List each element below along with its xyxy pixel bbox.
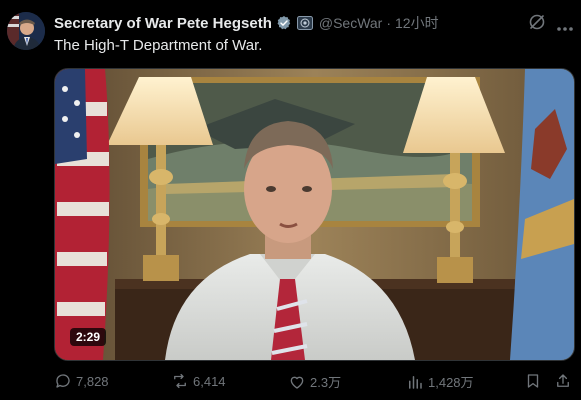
- bookmark-button[interactable]: [524, 372, 546, 390]
- like-icon: [290, 376, 304, 389]
- reply-icon: [56, 374, 70, 388]
- repost-count: 6,414: [193, 373, 226, 389]
- like-count: 2.3万: [310, 375, 342, 390]
- reply-button[interactable]: 7,828: [54, 372, 109, 390]
- author-name[interactable]: Secretary of War Pete Hegseth: [54, 15, 272, 32]
- grok-icon[interactable]: [528, 13, 546, 31]
- avatar[interactable]: [7, 12, 45, 50]
- separator: ·: [386, 15, 392, 31]
- repost-icon: [174, 373, 186, 389]
- views-count: 1,428万: [428, 375, 474, 390]
- reply-count: 7,828: [76, 373, 109, 389]
- share-button[interactable]: [554, 372, 576, 390]
- tweet-text: The High-T Department of War.: [54, 37, 263, 54]
- repost-button[interactable]: 6,414: [171, 372, 226, 390]
- action-bar: 7,828 6,414 2.3万 1,428万: [54, 372, 574, 392]
- author-handle[interactable]: @SecWar: [319, 15, 382, 31]
- video-player[interactable]: 2:29: [54, 68, 575, 361]
- tweet-header: Secretary of War Pete Hegseth @SecWar · …: [54, 13, 439, 33]
- verified-badge-icon[interactable]: [276, 15, 292, 31]
- video-duration: 2:29: [70, 328, 107, 346]
- bookmark-icon: [527, 374, 539, 388]
- views-button[interactable]: 1,428万: [406, 372, 474, 391]
- more-icon[interactable]: [556, 19, 574, 31]
- views-icon: [409, 375, 422, 389]
- government-badge-icon[interactable]: [296, 16, 313, 30]
- like-button[interactable]: 2.3万: [288, 372, 341, 391]
- video-frame: [55, 69, 574, 360]
- timestamp[interactable]: 12小时: [395, 13, 439, 33]
- share-icon: [557, 374, 569, 387]
